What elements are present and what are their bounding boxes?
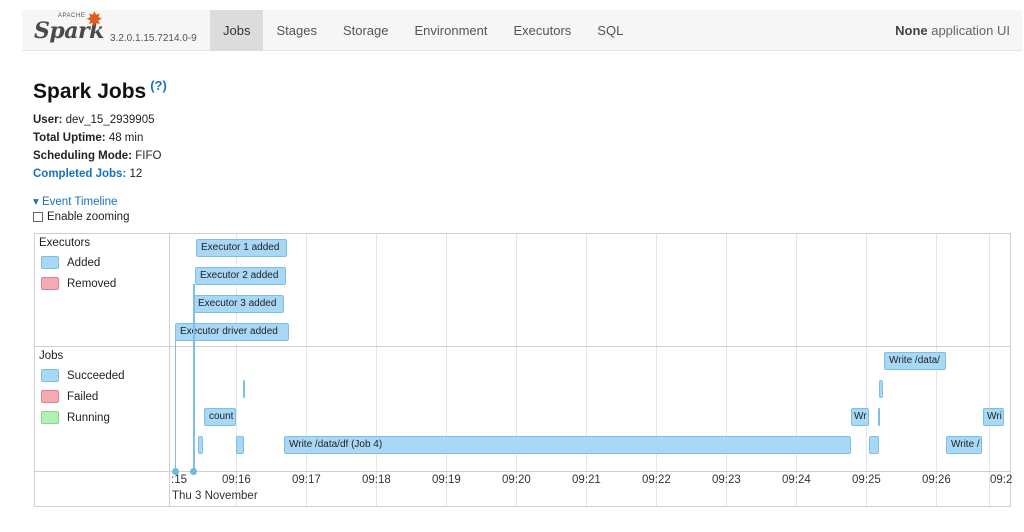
completed-value: 12	[126, 168, 143, 180]
gridline	[586, 234, 587, 506]
completed-jobs-link[interactable]: Completed Jobs:	[33, 168, 126, 180]
executor-driver-line	[175, 340, 176, 471]
tab-environment[interactable]: Environment	[402, 10, 501, 51]
legend-failed: Failed	[41, 390, 98, 403]
summary-completed: Completed Jobs: 12	[33, 165, 161, 183]
tab-jobs[interactable]: Jobs	[210, 10, 264, 51]
gridline	[306, 234, 307, 506]
job-summary: User: dev_15_2939905 Total Uptime: 48 mi…	[33, 111, 161, 183]
gridline	[866, 234, 867, 506]
spark-version: 3.2.0.1.15.7214.0-9	[110, 33, 197, 44]
spark-logo[interactable]: APACHE Spark ✸ 3.2.0.1.15.7214.0-9	[30, 9, 215, 50]
gridline	[446, 234, 447, 506]
tab-storage[interactable]: Storage	[330, 10, 402, 51]
tick-label: 09:25	[852, 474, 881, 486]
nav-tabs: Jobs Stages Storage Environment Executor…	[210, 10, 636, 51]
gridline	[989, 234, 990, 506]
executor-2-added-event[interactable]: Executor 2 added	[195, 267, 286, 285]
legend-removed-label: Removed	[67, 277, 117, 290]
legend-running-label: Running	[67, 411, 110, 424]
gridline	[726, 234, 727, 506]
event-timeline-toggle[interactable]: ▾ Event Timeline	[33, 194, 117, 208]
tick-label: 09:22	[642, 474, 671, 486]
page-title-text: Spark Jobs	[33, 80, 147, 103]
tab-executors[interactable]: Executors	[500, 10, 584, 51]
gridline	[936, 234, 937, 506]
tick-label: 09:17	[292, 474, 321, 486]
axis-divider	[35, 471, 1010, 472]
executor-1-added-event[interactable]: Executor 1 added	[196, 239, 287, 257]
legend-removed: Removed	[41, 277, 116, 290]
gridline	[796, 234, 797, 506]
user-value: dev_15_2939905	[62, 114, 155, 126]
jobs-group-title: Jobs	[39, 350, 64, 362]
gridline	[516, 234, 517, 506]
summary-scheduling: Scheduling Mode: FIFO	[33, 147, 161, 165]
gridline	[376, 234, 377, 506]
job-bar[interactable]	[236, 436, 244, 454]
job-bar[interactable]	[243, 380, 245, 398]
scheduling-label: Scheduling Mode:	[33, 150, 133, 162]
tab-stages[interactable]: Stages	[263, 10, 329, 51]
tick-label: 09:19	[432, 474, 461, 486]
job-write-data-bar[interactable]: Write /data/	[884, 352, 946, 370]
event-timeline: Executors Added Removed Executor 1 added…	[34, 233, 1013, 507]
job-write-bar-right[interactable]: Wri	[983, 408, 1004, 426]
tick-label: 09:18	[362, 474, 391, 486]
gridline	[656, 234, 657, 506]
summary-uptime: Total Uptime: 48 min	[33, 129, 161, 147]
event-timeline-label: Event Timeline	[41, 196, 118, 208]
uptime-value: 48 min	[105, 132, 144, 144]
uptime-label: Total Uptime:	[33, 132, 106, 144]
legend-swatch-removed	[41, 277, 59, 290]
legend-swatch-running	[41, 411, 59, 424]
legend-failed-label: Failed	[67, 390, 99, 403]
tick-label: 09:24	[782, 474, 811, 486]
job-4-write-bar[interactable]: Write /data/df (Job 4)	[284, 436, 851, 454]
legend-succeeded-label: Succeeded	[67, 369, 125, 382]
summary-user: User: dev_15_2939905	[33, 111, 161, 129]
executor-3-added-event[interactable]: Executor 3 added	[193, 295, 284, 313]
scheduling-value: FIFO	[132, 150, 162, 162]
tick-label: 09:21	[572, 474, 601, 486]
legend-added-label: Added	[67, 256, 101, 269]
job-write-bar-bottom[interactable]: Write /	[946, 436, 982, 454]
legend-succeeded: Succeeded	[41, 369, 125, 382]
legend-added: Added	[41, 256, 100, 269]
legend-swatch-added	[41, 256, 59, 269]
page-title: Spark Jobs (?)	[33, 78, 167, 104]
tick-label: 09:26	[922, 474, 951, 486]
timeline-date: Thu 3 November	[172, 490, 258, 502]
help-link[interactable]: (?)	[150, 78, 167, 93]
tick-label: 09:16	[222, 474, 251, 486]
timeline-marker	[190, 468, 197, 475]
group-divider	[35, 346, 1010, 347]
job-bar[interactable]	[198, 436, 203, 454]
tick-label: :15	[171, 474, 187, 486]
tab-sql[interactable]: SQL	[584, 10, 636, 51]
legend-swatch-failed	[41, 390, 59, 403]
tick-label: 09:2	[990, 474, 1013, 486]
app-name-suffix: application UI	[927, 23, 1010, 38]
job-count-bar[interactable]: count	[204, 408, 236, 426]
job-bar[interactable]	[869, 436, 879, 454]
job-bar[interactable]	[879, 380, 883, 398]
legend-swatch-succeeded	[41, 369, 59, 382]
user-label: User:	[33, 114, 63, 126]
enable-zooming: Enable zooming	[33, 211, 129, 223]
tick-label: 09:23	[712, 474, 741, 486]
spark-star-icon: ✸	[86, 9, 103, 31]
caret-down-icon: ▾	[33, 196, 39, 208]
application-name: None application UI	[895, 10, 1010, 51]
executor-line	[193, 284, 195, 471]
tick-label: 09:20	[502, 474, 531, 486]
job-bar[interactable]	[878, 408, 880, 426]
enable-zooming-label: Enable zooming	[47, 211, 130, 223]
enable-zooming-checkbox[interactable]	[33, 212, 43, 222]
app-name-bold: None	[895, 23, 928, 38]
job-write-bar-short[interactable]: Wr	[851, 408, 869, 426]
legend-running: Running	[41, 411, 110, 424]
navbar: APACHE Spark ✸ 3.2.0.1.15.7214.0-9 Jobs …	[22, 10, 1022, 51]
executors-group-title: Executors	[39, 237, 91, 249]
